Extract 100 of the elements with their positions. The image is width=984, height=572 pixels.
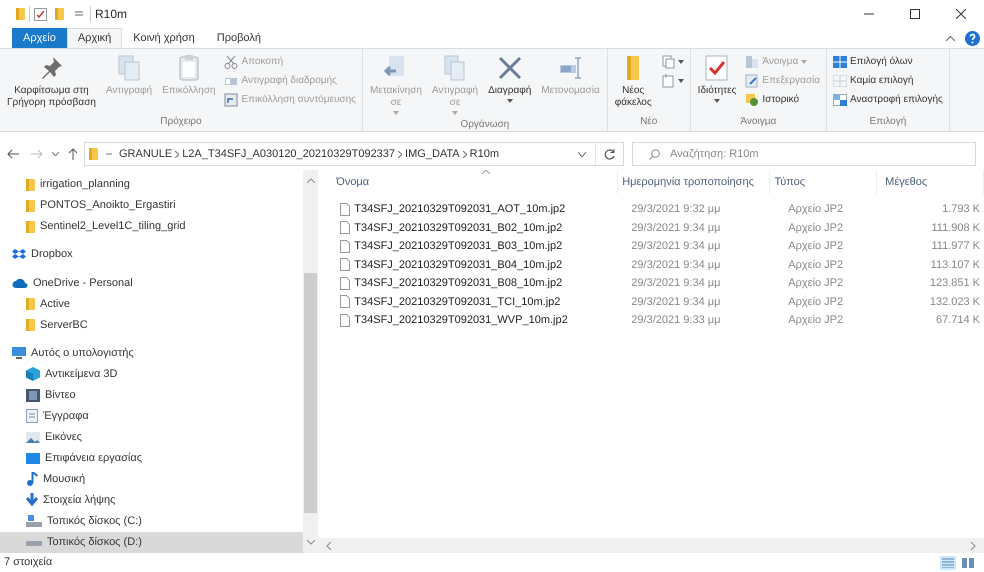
group-label: Πρόχειρο	[159, 115, 203, 129]
group-label: Νέο	[639, 115, 658, 129]
ribbon-tab[interactable]: Προβολή	[206, 28, 272, 48]
column-header[interactable]: Μέγεθος	[877, 170, 984, 194]
select-none-button[interactable]: Καμία επιλογή	[831, 71, 945, 90]
scroll-thumb[interactable]	[304, 273, 318, 513]
caret-icon	[452, 111, 458, 115]
date-cell: 29/3/2021 9:34 μμ	[631, 258, 720, 270]
ribbon-tab[interactable]: Αρχική	[66, 28, 122, 48]
pin-to-quick-access-button[interactable]: Καρφίτσωμα στη Γρήγορη πρόσβαση	[4, 52, 99, 114]
folder-icon	[55, 7, 64, 21]
breadcrumb-item[interactable]: GRANULE	[116, 146, 176, 162]
type-cell: Αρχείο JP2	[788, 296, 844, 308]
arrow-left-icon	[7, 149, 19, 159]
file-row[interactable]: T34SFJ_20210329T092031_B03_10m.jp2 29/3/2021 9:34 μμ Αρχείο JP2 111.977 K	[318, 237, 984, 256]
pictures-icon	[26, 432, 40, 443]
file-row[interactable]: T34SFJ_20210329T092031_B02_10m.jp2 29/3/2021 9:34 μμ Αρχείο JP2 111.908 K	[318, 218, 984, 237]
nav-item[interactable]: irrigation_planning	[0, 174, 303, 196]
size-cell-text: 111.977 K	[931, 239, 980, 254]
arrow-up-icon	[68, 148, 78, 160]
group-label: Οργάνωση	[459, 118, 510, 132]
file-row[interactable]: T34SFJ_20210329T092031_B08_10m.jp2 29/3/2021 9:34 μμ Αρχείο JP2 123.851 K	[318, 274, 984, 292]
easy-access-icon	[660, 74, 675, 88]
nav-item[interactable]: Αυτός ο υπολογιστής	[0, 342, 303, 364]
delete-button[interactable]: Διαγραφή	[485, 52, 534, 117]
file-row[interactable]: T34SFJ_20210329T092031_B04_10m.jp2 29/3/2021 9:34 μμ Αρχείο JP2 113.107 K	[318, 256, 984, 274]
nav-item[interactable]: Αντικείμενα 3D	[0, 364, 303, 385]
type-cell: Αρχείο JP2	[788, 222, 844, 234]
window-title: R10m	[95, 6, 128, 23]
properties-button[interactable]: Ιδιότητες	[694, 52, 740, 114]
file-name: T34SFJ_20210329T092031_WVP_10m.jp2	[354, 313, 568, 328]
nav-item[interactable]: Στοιχεία λήψης	[0, 490, 303, 511]
date-cell: 29/3/2021 9:33 μμ	[631, 314, 720, 326]
search-field[interactable]: Αναζήτηση: R10m	[668, 144, 975, 164]
maximize-icon	[910, 9, 920, 19]
type-cell: Αρχείο JP2	[788, 277, 844, 289]
file-row[interactable]: T34SFJ_20210329T092031_WVP_10m.jp2 29/3/2021 9:33 μμ Αρχείο JP2 67.714 K	[318, 311, 984, 330]
chevron-up-icon	[946, 36, 954, 40]
close-icon	[956, 9, 966, 19]
file-icon	[340, 258, 350, 272]
ribbon-tab[interactable]: Κοινή χρήση	[122, 28, 206, 48]
date-cell: 29/3/2021 9:34 μμ	[631, 277, 720, 289]
arrow-right-icon	[31, 149, 43, 159]
desktop-icon	[26, 452, 40, 464]
scrollbar[interactable]	[302, 170, 318, 553]
nav-item[interactable]: Επιφάνεια εργασίας	[0, 448, 303, 469]
caret-icon	[678, 78, 684, 82]
file-row[interactable]: T34SFJ_20210329T092031_AOT_10m.jp2 29/3/2021 9:32 μμ Αρχείο JP2 1.793 K	[318, 200, 984, 218]
search-box[interactable]: Αναζήτηση: R10m	[632, 142, 976, 166]
nav-item[interactable]: Μουσική	[0, 468, 303, 490]
help-button[interactable]	[965, 30, 980, 46]
nav-item[interactable]: Τοπικός δίσκος (D:)	[0, 532, 303, 553]
column-header[interactable]: Τύπος	[770, 170, 878, 194]
paste-shortcut-icon	[224, 92, 238, 106]
refresh-icon	[604, 148, 615, 160]
nav-item[interactable]: OneDrive - Personal	[0, 272, 303, 294]
breadcrumb-item[interactable]: L2A_T34SFJ_A030120_20210329T092337	[179, 146, 398, 162]
nav-item[interactable]: Active	[0, 293, 303, 314]
folder-icon	[26, 220, 35, 234]
status-text: 7 στοιχεία	[4, 555, 52, 570]
nav-item[interactable]: Τοπικός δίσκος (C:)	[0, 510, 303, 532]
large-icons-view-button[interactable]	[960, 556, 976, 570]
breadcrumb-item[interactable]: R10m	[466, 146, 502, 162]
chevron-down-icon	[52, 152, 58, 156]
file-row[interactable]: T34SFJ_20210329T092031_TCI_10m.jp2 29/3/2021 9:34 μμ Αρχείο JP2 132.023 K	[318, 292, 984, 311]
file-name: T34SFJ_20210329T092031_B03_10m.jp2	[354, 239, 562, 254]
history-button[interactable]: Ιστορικό	[743, 90, 822, 109]
nav-item[interactable]: Εικόνες	[0, 426, 303, 448]
horizontal-scrollbar[interactable]	[318, 538, 984, 553]
music-note-icon	[26, 472, 38, 486]
folder-icon	[26, 318, 35, 332]
chevron-right-icon	[175, 150, 180, 158]
nav-item[interactable]: Βίντεο	[0, 384, 303, 406]
select-none-icon	[833, 74, 848, 88]
nav-item[interactable]: Dropbox	[0, 244, 303, 266]
folder-icon	[16, 7, 25, 21]
details-view-button[interactable]	[940, 556, 956, 570]
file-menu-tab[interactable]: Αρχείο	[12, 28, 67, 48]
nav-item[interactable]: Sentinel2_Level1C_tiling_grid	[0, 216, 303, 238]
large-icons-view-icon	[962, 558, 974, 568]
select-all-button[interactable]: Επιλογή όλων	[831, 52, 945, 71]
file-icon	[340, 295, 350, 308]
nav-item[interactable]: ServerBC	[0, 314, 303, 336]
column-header[interactable]: Όνομα	[332, 170, 618, 194]
nav-item[interactable]: Έγγραφα	[0, 406, 303, 427]
size-cell-text: 67.714 K	[936, 313, 980, 328]
file-name: T34SFJ_20210329T092031_AOT_10m.jp2	[354, 202, 566, 217]
scroll-up-icon	[306, 178, 315, 183]
invert-selection-button[interactable]: Αναστροφή επιλογής	[831, 90, 945, 109]
caret-icon	[506, 99, 513, 103]
caret-icon	[714, 99, 720, 103]
nav-item[interactable]: PONTOS_Anoikto_Ergastiri	[0, 195, 303, 216]
column-header[interactable]: Ημερομηνία τροποποίησης	[618, 170, 770, 194]
type-cell: Αρχείο JP2	[788, 203, 844, 215]
caret-icon	[392, 111, 399, 115]
breadcrumb-item[interactable]: IMG_DATA	[402, 146, 463, 162]
date-cell: 29/3/2021 9:34 μμ	[631, 240, 720, 252]
new-folder-button[interactable]: Νέος φάκελος	[612, 52, 655, 114]
hard-drive-icon	[26, 540, 42, 546]
scissors-icon	[224, 54, 238, 68]
